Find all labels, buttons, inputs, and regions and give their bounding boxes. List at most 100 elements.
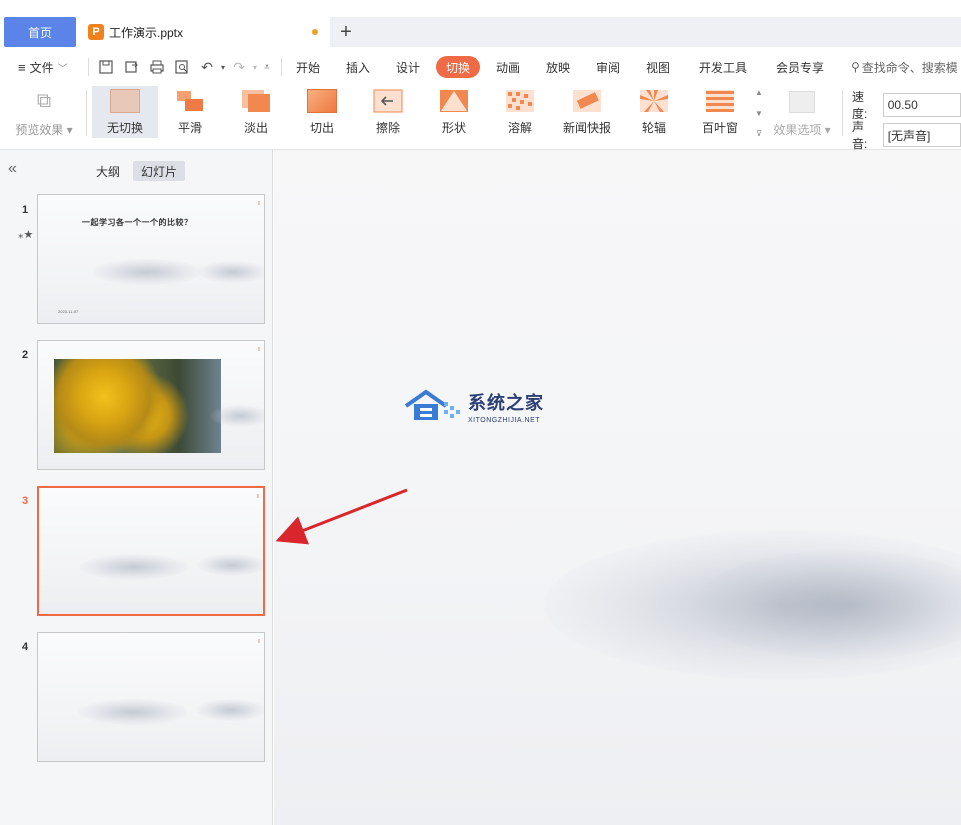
export-icon[interactable]: [123, 58, 141, 76]
slide-number: 2: [22, 349, 29, 361]
slide-thumbnail[interactable]: 一起学习各一个一个的比较？ ‖ 2023-11-07: [37, 194, 265, 324]
tab-outline[interactable]: 大纲: [88, 161, 128, 181]
transition-label: 百叶窗: [701, 121, 738, 135]
sound-label: 声音:: [852, 120, 868, 151]
menu-insert[interactable]: 插入: [346, 56, 370, 78]
slide-thumbnail[interactable]: ‖: [37, 340, 265, 470]
transition-label: 溶解: [507, 121, 532, 135]
transition-label: 轮辐: [641, 121, 666, 135]
mist-decoration: [197, 554, 263, 576]
chevron-down-icon: ﹀: [57, 63, 68, 75]
transition-wipe[interactable]: 擦除: [356, 86, 420, 138]
transition-label: 无切换: [106, 121, 143, 135]
transition-cut[interactable]: 切出: [290, 86, 354, 138]
preview-effect-label: 预览效果 ▾: [15, 123, 73, 137]
command-search[interactable]: ⚲ 查找命令、搜索模: [851, 56, 958, 78]
dissolve-transition-icon: [505, 89, 535, 113]
transition-label: 切出: [309, 121, 334, 135]
print-preview-icon[interactable]: [173, 58, 191, 76]
customize-toolbar-icon[interactable]: ⩡: [258, 58, 276, 76]
effect-options-label: 效果选项 ▾: [773, 123, 831, 137]
mist-decoration: [78, 699, 188, 725]
menu-transitions[interactable]: 切换: [436, 56, 481, 78]
watermark-logo: 系统之家 XITONGZHIJIA.NET: [404, 388, 544, 424]
command-search-placeholder: 查找命令、搜索模: [861, 60, 958, 75]
transition-none[interactable]: 无切换: [92, 86, 158, 138]
watermark-url: XITONGZHIJIA.NET: [468, 416, 541, 424]
slide-number: 3: [22, 495, 29, 507]
pptx-file-icon: P: [88, 24, 104, 40]
speed-input[interactable]: 00.50: [882, 93, 961, 117]
file-menu[interactable]: ≡ 文件 ﹀: [18, 56, 68, 78]
ginkgo-photo: [54, 359, 221, 453]
slide-thumbnail[interactable]: ‖: [37, 632, 265, 762]
no-transition-icon: [110, 89, 140, 113]
transition-label: 擦除: [375, 121, 400, 135]
menu-design[interactable]: 设计: [396, 56, 420, 78]
wipe-transition-icon: [373, 89, 403, 113]
menu-view[interactable]: 视图: [646, 56, 670, 78]
hamburger-icon: ≡: [18, 59, 26, 75]
effect-options-button[interactable]: 效果选项 ▾: [770, 88, 834, 138]
transition-label: 淡出: [243, 121, 268, 135]
transition-dissolve[interactable]: 溶解: [488, 86, 552, 138]
slide-number: 4: [22, 641, 29, 653]
mist-decoration: [210, 405, 264, 427]
unsaved-indicator: [312, 29, 318, 35]
menu-bar: ≡ 文件 ﹀ ↶ ▾ ↷ ▾ ⩡ 开始 插入 设计 切换 动画 放映 审阅 视图…: [0, 48, 961, 84]
animation-star-icon: ⁎★: [18, 229, 34, 241]
tab-document[interactable]: P 工作演示.pptx: [80, 17, 328, 47]
speed-label: 速度:: [852, 90, 868, 121]
divider: [88, 58, 89, 76]
transition-smooth[interactable]: 平滑: [158, 86, 222, 138]
transition-shape[interactable]: 形状: [422, 86, 486, 138]
collapse-panel-icon[interactable]: «: [8, 160, 17, 178]
speed-control: 速度: 00.50: [852, 88, 961, 122]
ribbon-gallery-scroll[interactable]: ▲ ▼ ⊽: [752, 88, 766, 138]
save-icon[interactable]: [97, 58, 115, 76]
tab-home[interactable]: 首页: [4, 17, 76, 47]
mist-decoration: [198, 261, 264, 283]
transition-ribbon: ⧉ 预览效果 ▾ 无切换 平滑 淡出 切出 擦除 形状 溶解 新闻快报 轮辐 百…: [0, 84, 961, 152]
transition-fade[interactable]: 淡出: [224, 86, 288, 138]
divider: [281, 58, 282, 76]
transition-label: 平滑: [177, 121, 202, 135]
scroll-up-icon[interactable]: ▲: [755, 88, 763, 97]
slide-page-mark: ‖: [257, 639, 260, 645]
wheel-transition-icon: [639, 89, 669, 113]
tab-slides[interactable]: 幻灯片: [133, 161, 186, 181]
news-flash-transition-icon: [572, 89, 602, 113]
house-logo-icon: [404, 388, 462, 424]
divider: [86, 90, 87, 136]
gallery-expand-icon[interactable]: ⊽: [756, 129, 762, 138]
slide-page-mark: ‖: [257, 347, 260, 353]
menu-review[interactable]: 审阅: [596, 56, 620, 78]
preview-icon: ⧉: [36, 90, 52, 112]
menu-slideshow[interactable]: 放映: [546, 56, 570, 78]
mist-decoration: [79, 554, 189, 580]
mist-decoration: [196, 699, 264, 721]
preview-effect-button[interactable]: ⧉ 预览效果 ▾: [6, 88, 82, 138]
transition-news-flash[interactable]: 新闻快报: [554, 86, 620, 138]
transition-wheel[interactable]: 轮辐: [622, 86, 686, 138]
menu-developer-tools[interactable]: 开发工具: [699, 56, 747, 78]
transition-blinds[interactable]: 百叶窗: [688, 86, 752, 138]
slide-editing-canvas[interactable]: 系统之家 XITONGZHIJIA.NET: [274, 150, 961, 825]
effect-options-icon: [789, 91, 815, 113]
tab-strip-background: [330, 17, 961, 47]
slide-title: 一起学习各一个一个的比较？: [82, 218, 193, 227]
new-tab-button[interactable]: +: [334, 17, 358, 47]
slide-page-mark: ‖: [257, 201, 260, 207]
slide-page-mark: ‖: [256, 494, 259, 500]
menu-start[interactable]: 开始: [296, 56, 320, 78]
menu-animation[interactable]: 动画: [496, 56, 520, 78]
sound-select[interactable]: [无声音]: [882, 123, 961, 147]
slide-thumbnail-selected[interactable]: ‖: [37, 486, 265, 616]
transition-label: 形状: [441, 121, 466, 135]
watermark-name: 系统之家: [468, 392, 544, 413]
menu-member-exclusive[interactable]: 会员专享: [776, 56, 824, 78]
print-icon[interactable]: [148, 58, 166, 76]
scroll-down-icon[interactable]: ▼: [755, 109, 763, 118]
sound-control: 声音: [无声音]: [852, 118, 961, 152]
smooth-transition-icon: [175, 89, 205, 113]
